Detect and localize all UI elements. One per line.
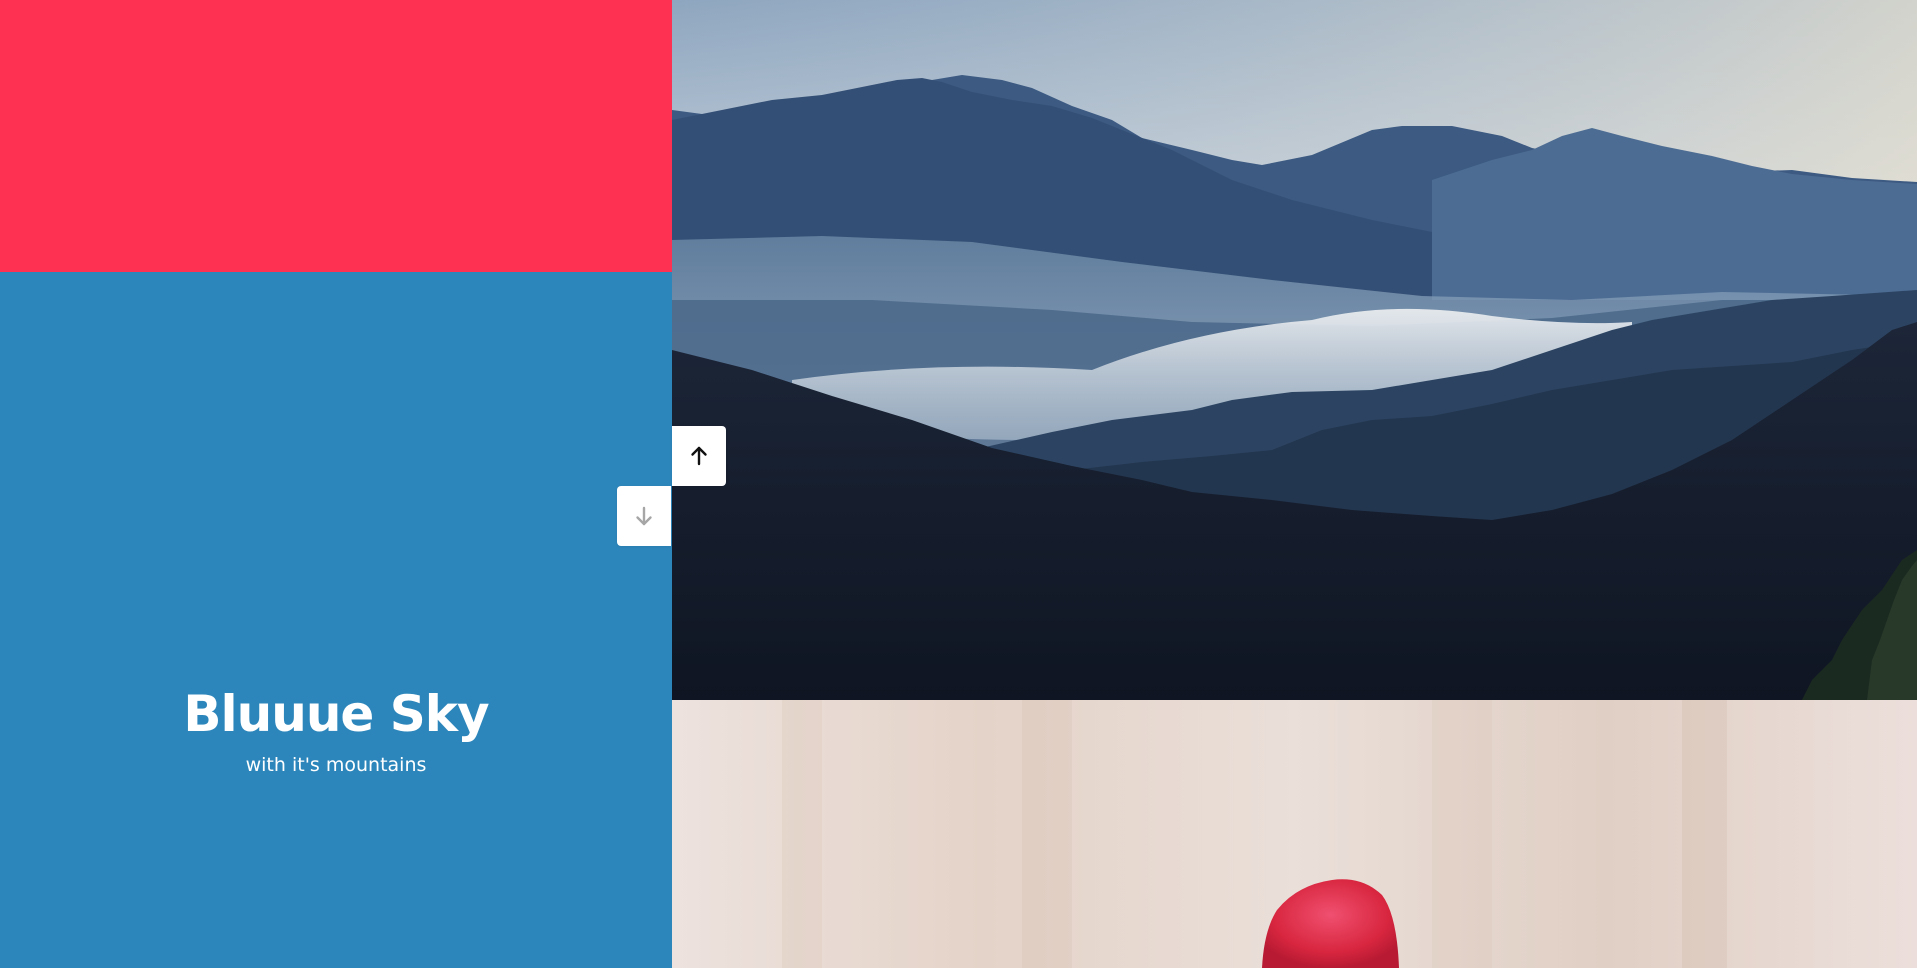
- arrow-up-icon: [691, 446, 707, 466]
- slide-up-button[interactable]: [672, 426, 726, 486]
- slide-caption: Bluuue Sky with it's mountains: [0, 687, 672, 777]
- left-column: Bluuue Sky with it's mountains: [0, 0, 672, 968]
- left-slide-blue: Bluuue Sky with it's mountains: [0, 272, 672, 968]
- slide-down-button[interactable]: [617, 486, 671, 546]
- right-column: [672, 0, 1917, 968]
- left-slide-red: [0, 0, 672, 272]
- slide-subtitle: with it's mountains: [245, 754, 427, 776]
- mountains-image: [672, 0, 1917, 700]
- slide-title: Bluuue Sky: [183, 685, 489, 743]
- flower-image: [672, 700, 1917, 968]
- arrow-down-icon: [636, 506, 652, 526]
- split-slider: Bluuue Sky with it's mountains: [0, 0, 1917, 968]
